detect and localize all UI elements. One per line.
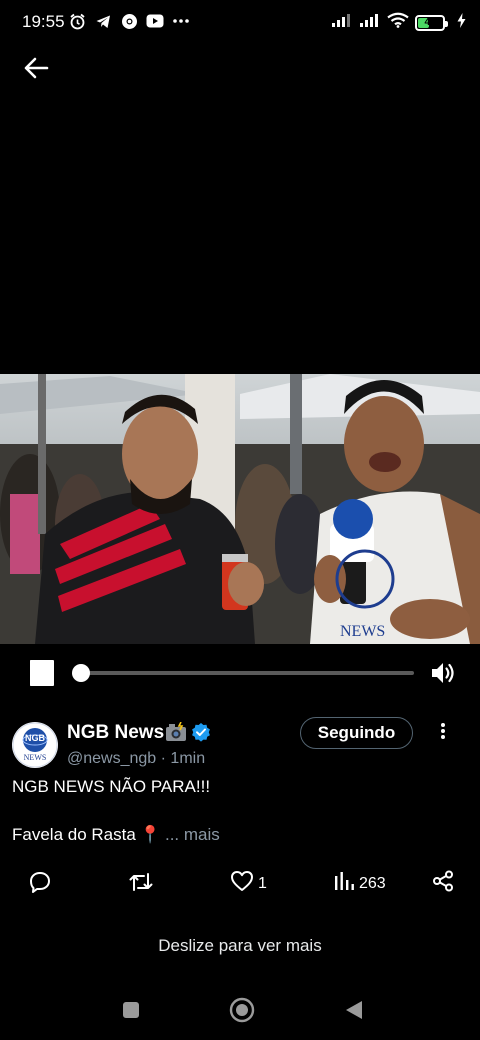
tweet-text-line1: NGB NEWS NÃO PARA!!! <box>12 777 211 796</box>
signal-icon <box>331 12 353 33</box>
avatar-logo-subtext: NEWS <box>23 753 47 762</box>
arrow-left-icon <box>23 57 49 84</box>
home-button[interactable] <box>228 997 256 1028</box>
share-icon <box>432 870 454 897</box>
more-options-button[interactable] <box>432 720 454 746</box>
recents-button[interactable] <box>117 998 145 1026</box>
retweet-icon <box>128 870 154 899</box>
reply-icon <box>28 870 52 899</box>
back-icon <box>345 1000 363 1025</box>
vertical-dots-icon <box>440 722 446 745</box>
alarm-icon <box>68 12 86 30</box>
verified-badge-icon <box>191 722 211 747</box>
tweet-actions: 1 263 <box>0 866 480 900</box>
heart-icon <box>230 870 254 897</box>
share-button[interactable] <box>432 870 454 897</box>
views-count: 263 <box>359 874 386 892</box>
retweet-button[interactable] <box>128 870 154 899</box>
status-time: 19:55 <box>22 12 65 31</box>
views-button[interactable]: 263 <box>333 870 386 897</box>
pause-button[interactable] <box>30 660 54 686</box>
swipe-hint: Deslize para ver mais <box>158 936 322 955</box>
wifi-icon <box>387 12 409 33</box>
recents-icon <box>122 1001 140 1024</box>
pause-icon <box>30 660 54 686</box>
tweet-text-line2: Favela do Rasta 📍 ... mais <box>12 824 220 846</box>
volume-button[interactable] <box>430 660 456 686</box>
back-button[interactable] <box>18 54 54 86</box>
like-button[interactable]: 1 <box>230 870 267 897</box>
camera-flash-emoji <box>165 721 187 747</box>
author-badges <box>165 721 211 747</box>
handle-line: @news_ngb · 1min <box>67 750 205 768</box>
battery-level: 43 <box>424 17 436 28</box>
reply-button[interactable] <box>28 870 52 899</box>
read-more-link[interactable]: ... mais <box>165 824 220 846</box>
video-controls <box>0 648 480 698</box>
separator-dot: · <box>160 750 166 767</box>
chrome-icon <box>120 12 138 30</box>
following-button[interactable]: Seguindo <box>300 717 413 749</box>
pin-emoji: 📍 <box>139 825 161 844</box>
avatar-logo-text: NGB <box>25 733 45 743</box>
status-notification-icons <box>68 12 190 30</box>
more-dots-icon <box>172 12 190 30</box>
youtube-icon <box>146 12 164 30</box>
charging-icon <box>457 12 466 33</box>
tweet-time: 1min <box>170 750 206 767</box>
author-handle[interactable]: @news_ngb <box>67 750 156 767</box>
nav-back-button[interactable] <box>340 998 368 1026</box>
home-icon <box>229 997 255 1028</box>
progress-scrubber[interactable] <box>72 664 90 682</box>
bar-chart-icon <box>333 870 355 897</box>
svg-text:NEWS: NEWS <box>340 623 385 640</box>
telegram-icon <box>94 12 112 30</box>
system-navigation-bar <box>0 990 480 1034</box>
like-count: 1 <box>258 874 267 892</box>
video-frame: NEWS <box>0 374 480 644</box>
signal-icon <box>359 12 381 33</box>
video-progress-bar[interactable] <box>72 664 414 682</box>
status-system-icons: 43 <box>331 12 466 33</box>
status-bar: 19:55 43 <box>0 0 480 44</box>
battery-icon: 43 <box>415 14 448 31</box>
author-name[interactable]: NGB News <box>67 722 164 744</box>
tweet-header: NGB NEWS NGB News @news_ngb · 1min Segui… <box>0 714 480 774</box>
video-player[interactable]: NEWS <box>0 374 480 644</box>
tweet-location-text: Favela do Rasta <box>12 825 136 844</box>
avatar[interactable]: NGB NEWS <box>12 722 58 768</box>
volume-icon <box>430 663 456 690</box>
